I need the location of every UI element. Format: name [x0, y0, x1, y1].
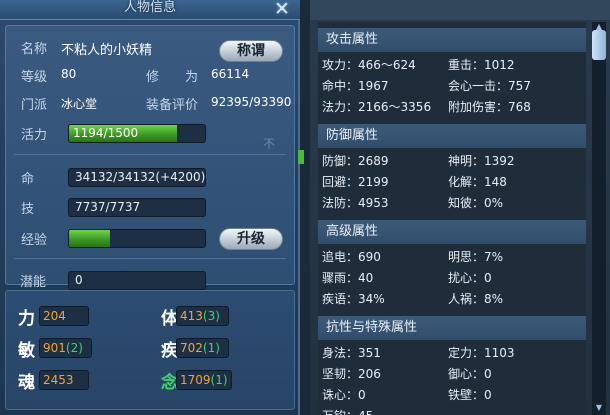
section-header: 抗性与特殊属性: [318, 316, 586, 340]
attribute-value: 防御：2689: [322, 154, 389, 168]
sect-value: 冰心堂: [61, 97, 98, 111]
skill-label: 技: [21, 202, 35, 217]
attribute-value: 定力：1103: [448, 346, 515, 360]
attribute-value: 坚韧：206: [322, 367, 381, 381]
scroll-down-icon[interactable]: ▼: [593, 403, 605, 413]
agility-label: 敏: [18, 341, 35, 361]
character-info-panel: 人物信息 ✕ 名称 不粘人的小妖精 称谓 等级 80 修 为 66114 门派 …: [0, 0, 300, 415]
close-icon[interactable]: ✕: [272, 0, 292, 19]
attribute-value: 铁壁：0: [448, 388, 492, 402]
upgrade-button[interactable]: 升级: [219, 228, 283, 250]
attribute-list[interactable]: 攻击属性攻力：466～624 重击：1012 命中：1967 会心一击：757 法力：2…: [318, 22, 586, 415]
attribute-value: 知彼：0%: [448, 196, 504, 210]
divider: [14, 258, 286, 259]
attribute-row: 法力：2166～3356 附加伤害：768: [322, 97, 586, 117]
soul-value: 2453: [39, 370, 89, 390]
attribute-row: 防御：2689 神明：1392: [322, 151, 586, 171]
attribute-value: 追电：690: [322, 250, 381, 264]
panel-title: 人物信息: [123, 0, 176, 15]
attribute-row: 坚韧：206 御心：0: [322, 364, 586, 384]
panel-top-bar: [310, 0, 610, 20]
attribute-row: 万钧：45: [322, 406, 586, 415]
attribute-value: 扰心：0: [448, 271, 492, 285]
section-header: 防御属性: [318, 124, 586, 148]
gear-score-label: 装备评价: [146, 98, 199, 113]
attribute-value: 骤雨：40: [322, 271, 374, 285]
attribute-value: 疾语：34%: [322, 292, 385, 306]
attribute-row: 攻力：466～624 重击：1012: [322, 55, 586, 75]
exp-bar-fill: [69, 230, 110, 247]
attribute-value: 法力：2166～3356: [322, 100, 432, 114]
agility-value: 901(2): [39, 338, 92, 358]
attribute-row: 法防：4953 知彼：0%: [322, 193, 586, 213]
side-marker: [298, 150, 304, 164]
mind-value: 1709(1): [176, 370, 232, 390]
section-header: 攻击属性: [318, 28, 586, 52]
vitality-bar: 1194/1500: [68, 124, 206, 143]
sect-label: 门派: [21, 98, 48, 113]
attribute-value: 附加伤害：768: [448, 100, 531, 114]
level-value: 80: [61, 67, 77, 81]
attribute-value: 化解：148: [448, 175, 507, 189]
character-name: 不粘人的小妖精: [61, 43, 153, 58]
section-header: 高级属性: [318, 220, 586, 244]
attribute-value: 会心一击：757: [448, 79, 531, 93]
attribute-row: 身法：351 定力：1103: [322, 343, 586, 363]
attribute-value: 重击：1012: [448, 58, 515, 72]
attribute-row: 诛心：0 铁壁：0: [322, 385, 586, 405]
level-label: 等级: [21, 70, 48, 85]
attribute-row: 追电：690 明思：7%: [322, 247, 586, 267]
attribute-value: 万钧：45: [322, 406, 373, 415]
exp-label: 经验: [21, 233, 48, 248]
attribute-value: 命中：1967: [322, 79, 389, 93]
attribute-row: 回避：2199 化解：148: [322, 172, 586, 192]
attribute-value: 身法：351: [322, 346, 381, 360]
attribute-row: 命中：1967 会心一击：757: [322, 76, 586, 96]
potential-label: 潜能: [20, 275, 47, 290]
potential-field: 0: [68, 271, 206, 290]
name-label: 名称: [21, 42, 48, 57]
attribute-value: 攻力：466～624: [322, 58, 416, 72]
attribute-row: 疾语：34% 人祸：8%: [322, 289, 586, 309]
attribute-value: 诛心：0: [322, 388, 366, 402]
strength-label: 力: [18, 309, 35, 329]
attributes-card: 力 204 体 413(3) 敏 901(2) 疾 702(1) 魂 2453 …: [5, 290, 295, 410]
scrollbar-thumb[interactable]: [592, 30, 606, 60]
attribute-value: 人祸：8%: [448, 292, 504, 306]
exp-bar: [68, 229, 206, 248]
gear-score-value: 92395/93390: [211, 95, 292, 109]
constitution-value: 413(3): [176, 306, 229, 326]
attributes-detail-panel: 攻击属性攻力：466～624 重击：1012 命中：1967 会心一击：757 法力：2…: [310, 0, 610, 415]
hp-field: 34132/34132(+4200): [68, 168, 206, 187]
strength-value: 204: [39, 306, 89, 326]
scrollbar-track[interactable]: [592, 22, 606, 415]
soul-label: 魂: [18, 373, 35, 393]
skill-field: 7737/7737: [68, 198, 206, 217]
vitality-label: 活力: [21, 128, 48, 143]
vitality-value: 1194/1500: [73, 126, 139, 140]
basic-info-card: 名称 不粘人的小妖精 称谓 等级 80 修 为 66114 门派 冰心堂 装备评…: [5, 25, 295, 285]
speed-value: 702(1): [176, 338, 229, 358]
attribute-value: 神明：1392: [448, 154, 515, 168]
background-glyph: 不: [263, 137, 276, 151]
title-button[interactable]: 称谓: [219, 40, 283, 62]
hp-label: 命: [21, 172, 35, 187]
cultivation-label: 修 为: [146, 70, 199, 85]
attribute-value: 御心：0: [448, 367, 492, 381]
attribute-value: 明思：7%: [448, 250, 504, 264]
cultivation-value: 66114: [211, 67, 250, 81]
attribute-value: 法防：4953: [322, 196, 389, 210]
divider: [14, 154, 286, 155]
attribute-value: 回避：2199: [322, 175, 389, 189]
attribute-row: 骤雨：40 扰心：0: [322, 268, 586, 288]
